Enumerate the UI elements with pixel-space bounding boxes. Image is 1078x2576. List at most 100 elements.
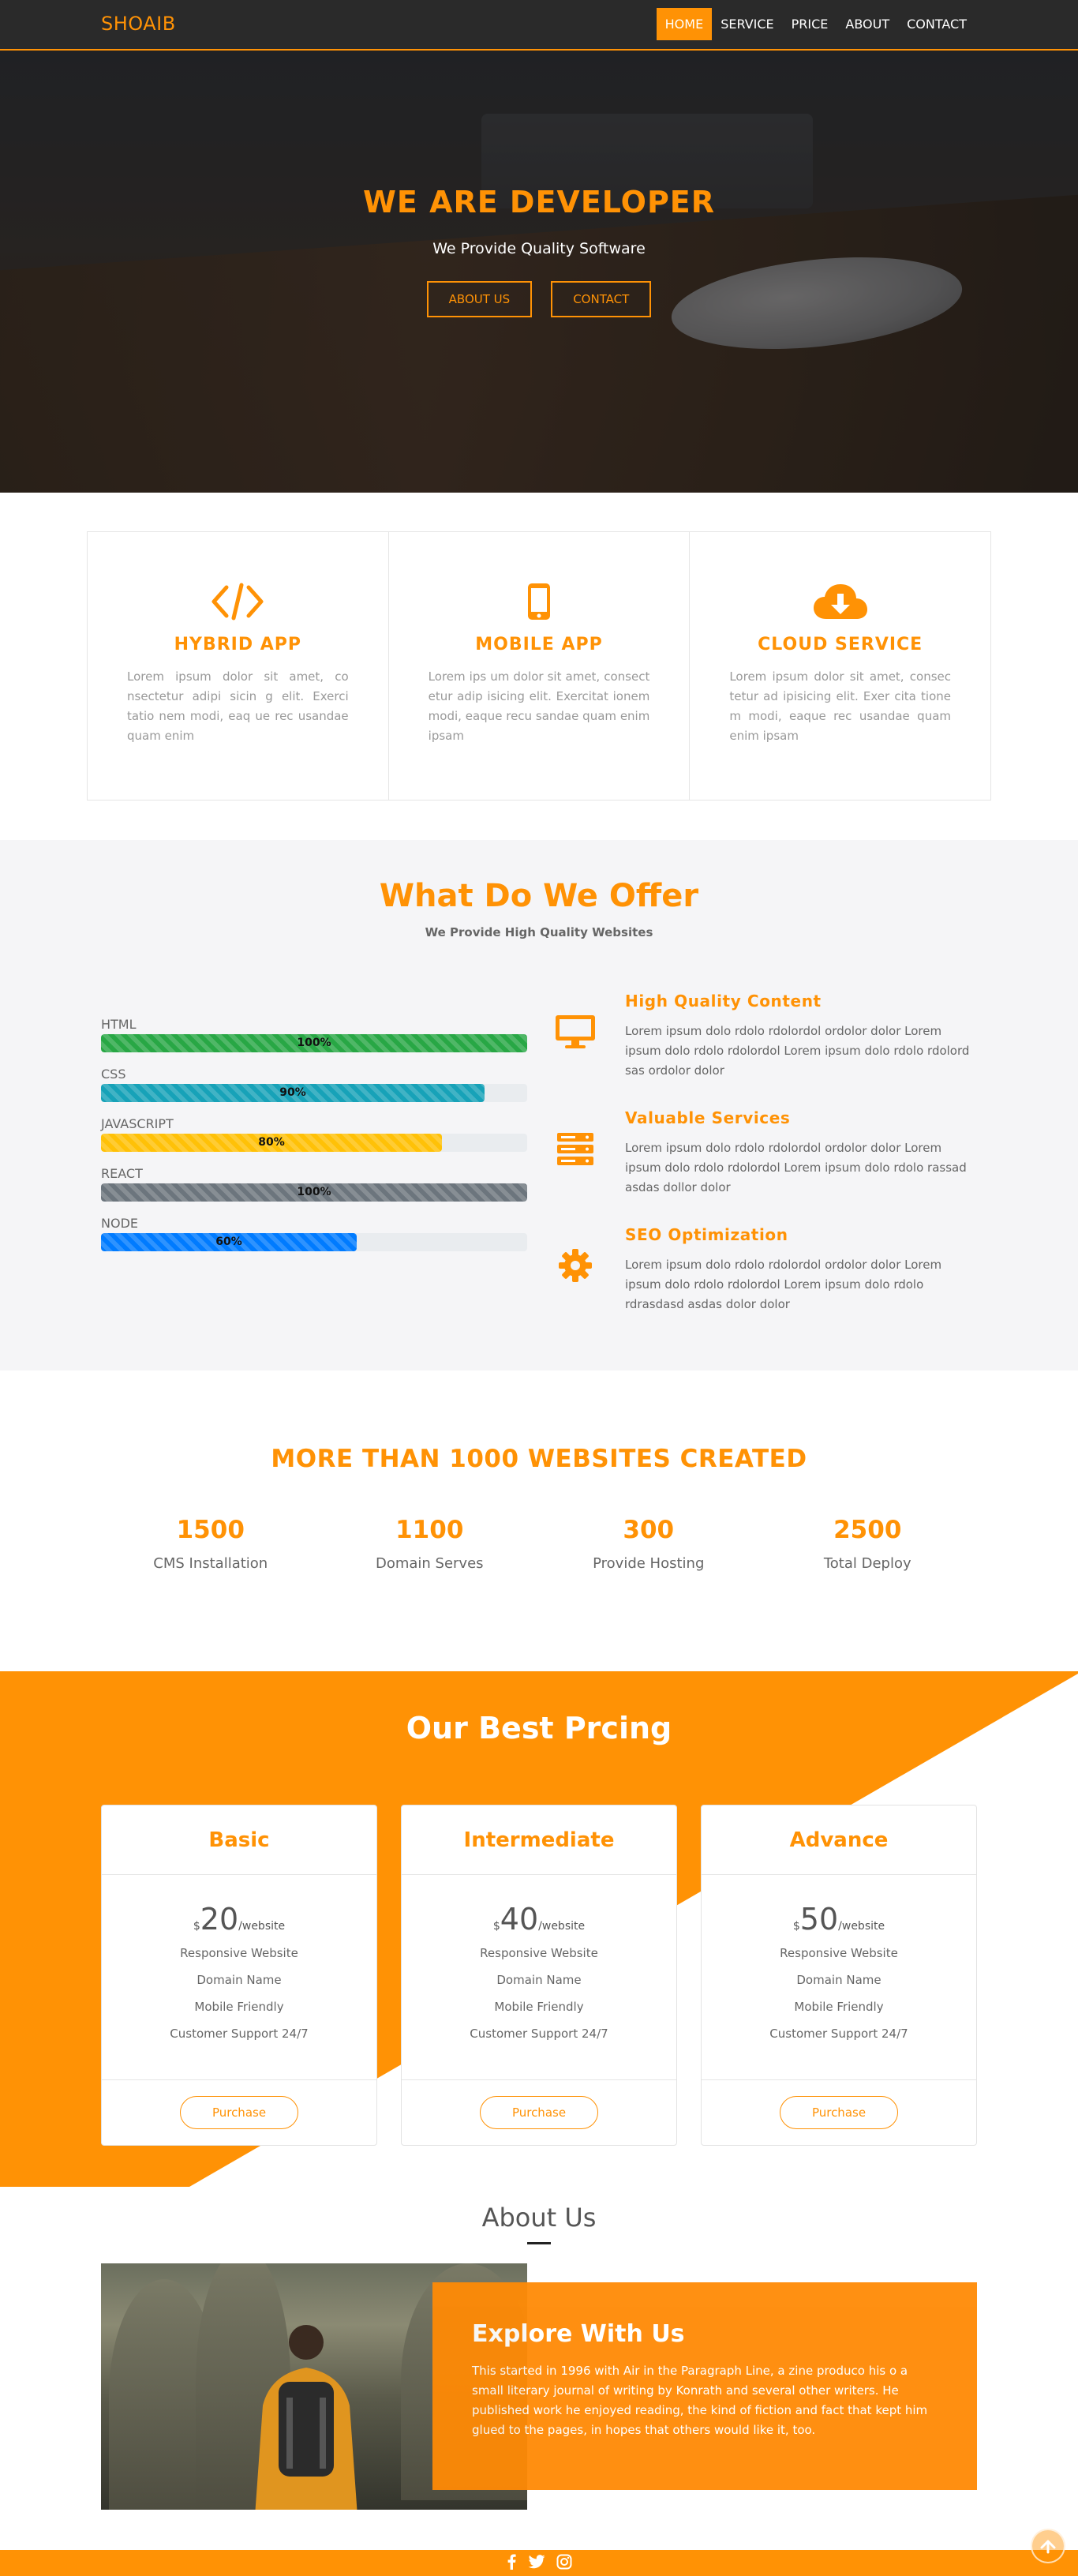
service-card: CLOUD SERVICE Lorem ipsum dolor sit amet… — [690, 532, 990, 800]
stat-item: 1500 CMS Installation — [101, 1516, 320, 1572]
stat-item: 300 Provide Hosting — [539, 1516, 758, 1572]
gear-icon — [552, 1246, 598, 1285]
hero-title: WE ARE DEVELOPER — [362, 185, 716, 219]
plan-name: Basic — [102, 1805, 376, 1875]
feature-text: Lorem ipsum dolo rdolo rdolordol ordolor… — [625, 1258, 942, 1311]
plan-features: Responsive Website Domain Name Mobile Fr… — [702, 1940, 976, 2047]
plan-feature: Domain Name — [496, 1973, 582, 1987]
skill-label: NODE — [101, 1216, 138, 1231]
plan-name: Intermediate — [402, 1805, 676, 1875]
purchase-button[interactable]: Purchase — [180, 2096, 298, 2129]
service-text: Lorem ipsum dolor sit amet, consec tetur… — [729, 669, 952, 743]
price-period: /website — [238, 1920, 286, 1933]
feature-item: High Quality Content Lorem ipsum dolo rd… — [552, 992, 979, 1108]
nav-menu: HOME SERVICE PRICE ABOUT CONTACT — [656, 8, 975, 40]
pricing-card: Advance $50/website Responsive Website D… — [701, 1805, 977, 2146]
progress-bar: 100% — [101, 1183, 527, 1202]
arrow-up-icon — [1040, 2540, 1056, 2554]
features-list: High Quality Content Lorem ipsum dolo rd… — [552, 992, 979, 1342]
hero-buttons: ABOUT US CONTACT — [0, 281, 1078, 317]
pricing-card: Basic $20/website Responsive Website Dom… — [101, 1805, 377, 2146]
purchase-button[interactable]: Purchase — [480, 2096, 598, 2129]
price-currency: $ — [193, 1920, 200, 1933]
nav-item-about[interactable]: ABOUT — [837, 8, 898, 40]
pricing-title: Our Best Prcing — [406, 1711, 672, 1745]
price-currency: $ — [792, 1920, 800, 1933]
plan-price: $20/website — [102, 1902, 376, 1937]
about-card-text: This started in 1996 with Air in the Par… — [472, 2364, 928, 2437]
stat-number: 300 — [623, 1516, 675, 1544]
pricing-section: Our Best Prcing Basic $20/website Respon… — [0, 1671, 1078, 2187]
plan-feature: Mobile Friendly — [194, 2000, 284, 2014]
plan-feature: Mobile Friendly — [494, 2000, 584, 2014]
plan-feature: Customer Support 24/7 — [769, 2027, 908, 2041]
purchase-button[interactable]: Purchase — [780, 2096, 898, 2129]
nav-item-contact[interactable]: CONTACT — [898, 8, 975, 40]
price-currency: $ — [492, 1920, 500, 1933]
progress-track: 90% — [101, 1084, 527, 1102]
plan-name: Advance — [702, 1805, 976, 1875]
code-icon — [127, 576, 349, 627]
plan-feature: Customer Support 24/7 — [170, 2027, 309, 2041]
facebook-icon[interactable] — [506, 2554, 517, 2573]
plan-feature: Responsive Website — [480, 1946, 598, 1960]
plan-price: $50/website — [702, 1902, 976, 1937]
plan-feature: Domain Name — [197, 1973, 282, 1987]
progress-bar: 80% — [101, 1134, 442, 1152]
plan-body: $20/website Responsive Website Domain Na… — [102, 1875, 376, 2080]
about-us-button[interactable]: ABOUT US — [426, 281, 533, 317]
plan-footer: Purchase — [102, 2080, 376, 2145]
cloud-download-icon — [729, 576, 951, 627]
service-text: Lorem ips um dolor sit amet, consect etu… — [428, 669, 650, 743]
stat-caption: CMS Installation — [153, 1555, 268, 1572]
instagram-icon[interactable] — [556, 2554, 572, 2573]
feature-title: Valuable Services — [625, 1108, 791, 1127]
plan-feature: Responsive Website — [180, 1946, 298, 1960]
plan-body: $50/website Responsive Website Domain Na… — [702, 1875, 976, 2080]
stat-item: 1100 Domain Serves — [320, 1516, 540, 1572]
hero-subtitle: We Provide Quality Software — [432, 240, 646, 257]
plan-feature: Responsive Website — [780, 1946, 898, 1960]
plan-footer: Purchase — [702, 2080, 976, 2145]
skill-label: REACT — [101, 1166, 143, 1181]
service-card: MOBILE APP Lorem ips um dolor sit amet, … — [389, 532, 691, 800]
price-period: /website — [538, 1920, 586, 1933]
price-amount: 20 — [200, 1902, 239, 1937]
offer-section: What Do We Offer We Provide High Quality… — [0, 840, 1078, 1370]
skill-item: HTML 100% — [101, 1017, 527, 1067]
pricing-card: Intermediate $40/website Responsive Webs… — [401, 1805, 677, 2146]
offer-title: What Do We Offer — [379, 878, 699, 914]
skill-label: JAVASCRIPT — [101, 1116, 174, 1131]
server-icon — [552, 1129, 598, 1168]
scroll-to-top-button[interactable] — [1031, 2529, 1065, 2563]
plan-body: $40/website Responsive Website Domain Na… — [402, 1875, 676, 2080]
price-amount: 40 — [500, 1902, 539, 1937]
progress-track: 80% — [101, 1134, 527, 1152]
feature-item: Valuable Services Lorem ipsum dolo rdolo… — [552, 1108, 979, 1225]
brand-logo[interactable]: SHOAIB — [101, 13, 176, 35]
monitor-icon — [552, 1012, 598, 1052]
feature-text: Lorem ipsum dolo rdolo rdolordol ordolor… — [625, 1024, 970, 1078]
skill-item: JAVASCRIPT 80% — [101, 1116, 527, 1166]
progress-track: 100% — [101, 1183, 527, 1202]
nav-item-home[interactable]: HOME — [656, 8, 713, 40]
skill-label: HTML — [101, 1017, 137, 1032]
progress-bar: 90% — [101, 1084, 485, 1102]
plan-feature: Domain Name — [796, 1973, 881, 1987]
contact-button[interactable]: CONTACT — [551, 281, 652, 317]
progress-bar: 60% — [101, 1233, 357, 1251]
progress-bar: 100% — [101, 1034, 527, 1052]
plan-price: $40/website — [402, 1902, 676, 1937]
service-card: HYBRID APP Lorem ipsum dolor sit amet, c… — [88, 532, 389, 800]
nav-item-service[interactable]: SERVICE — [712, 8, 782, 40]
stat-caption: Domain Serves — [375, 1555, 484, 1572]
skill-item: CSS 90% — [101, 1067, 527, 1116]
plan-feature: Customer Support 24/7 — [470, 2027, 608, 2041]
nav-item-price[interactable]: PRICE — [783, 8, 837, 40]
stats-title: MORE THAN 1000 WEBSITES CREATED — [271, 1445, 807, 1473]
twitter-icon[interactable] — [528, 2554, 545, 2572]
plan-footer: Purchase — [402, 2080, 676, 2145]
price-period: /website — [838, 1920, 885, 1933]
mobile-icon — [429, 576, 650, 627]
hiker-figure — [255, 2325, 357, 2510]
